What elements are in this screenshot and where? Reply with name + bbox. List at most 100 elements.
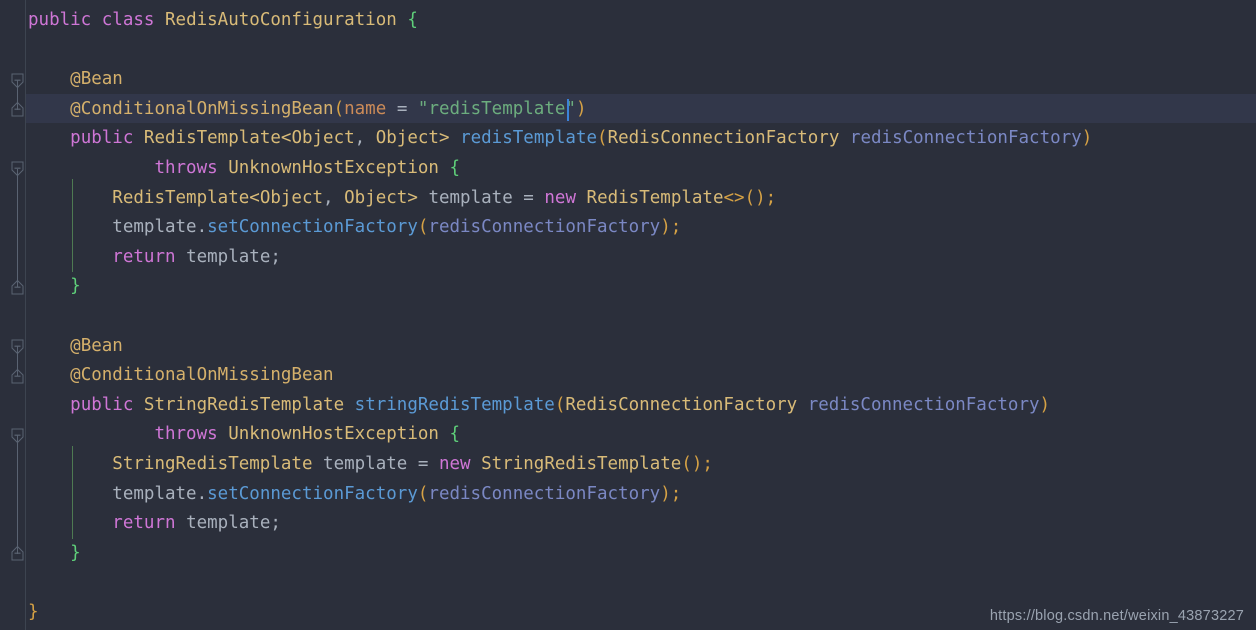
token-brace-hl: {: [449, 424, 461, 445]
token-type: Object: [291, 128, 355, 149]
code-line[interactable]: public class RedisAutoConfiguration {: [26, 6, 1256, 36]
token-punct: [28, 217, 112, 237]
code-line[interactable]: @ConditionalOnMissingBean(name = "redisT…: [26, 95, 1256, 125]
token-kw: return: [112, 513, 176, 534]
indent-guide: [72, 179, 74, 273]
token-type: RedisConnectionFactory: [565, 394, 798, 415]
fold-toggle-icon[interactable]: [8, 159, 27, 178]
code-line-text: return template;: [26, 509, 281, 539]
code-line[interactable]: }: [26, 272, 1256, 302]
fold-toggle-icon[interactable]: [8, 367, 27, 386]
token-kw: public: [28, 10, 92, 30]
token-paren: (: [554, 394, 566, 415]
token-punct: [312, 454, 323, 474]
token-brace-hl: }: [70, 276, 81, 297]
token-punct: ;: [270, 246, 281, 267]
code-line-text: throws UnknownHostException {: [26, 420, 460, 450]
token-ident: template: [428, 187, 513, 208]
token-punct: [428, 454, 439, 474]
code-line[interactable]: [26, 302, 1256, 332]
token-brace-hl: {: [449, 158, 461, 178]
token-diamond: <>: [723, 187, 745, 208]
token-punct: [28, 424, 154, 444]
code-line[interactable]: [26, 36, 1256, 66]
token-punct: [418, 188, 429, 208]
token-punct: [386, 99, 397, 119]
fold-toggle-icon[interactable]: [8, 71, 27, 90]
token-paren: (: [417, 483, 429, 504]
fold-toggle-icon[interactable]: [8, 544, 27, 563]
token-punct: [176, 513, 187, 533]
watermark-url: https://blog.csdn.net/weixin_43873227: [989, 608, 1244, 624]
token-punct: [28, 513, 112, 533]
token-paren: (): [681, 454, 703, 474]
token-paren: (: [333, 98, 345, 119]
code-line[interactable]: public RedisTemplate<Object, Object> red…: [26, 124, 1256, 154]
token-punct: [28, 484, 112, 504]
code-line[interactable]: throws UnknownHostException {: [26, 154, 1256, 184]
code-line[interactable]: return template;: [26, 509, 1256, 539]
token-type: RedisConnectionFactory: [607, 128, 840, 149]
token-anno: @Bean: [70, 335, 123, 356]
gutter-divider: [25, 0, 26, 630]
token-brace-hl: }: [70, 542, 81, 563]
token-op: =: [396, 98, 408, 119]
text-caret: [566, 98, 569, 121]
token-type: <: [249, 187, 260, 208]
token-method: setConnectionFactory: [207, 483, 418, 504]
token-paren: ;: [765, 187, 777, 208]
token-punct: [439, 158, 450, 178]
token-punct: [450, 128, 461, 148]
code-line[interactable]: StringRedisTemplate template = new Strin…: [26, 450, 1256, 480]
fold-toggle-icon[interactable]: [8, 278, 27, 297]
code-line[interactable]: return template;: [26, 243, 1256, 273]
code-line[interactable]: public StringRedisTemplate stringRedisTe…: [26, 391, 1256, 421]
code-line-text: StringRedisTemplate template = new Strin…: [26, 450, 713, 480]
code-editor[interactable]: public class RedisAutoConfiguration { @B…: [0, 0, 1256, 630]
token-punct: [797, 395, 808, 415]
code-line[interactable]: [26, 568, 1256, 598]
token-type: StringRedisTemplate: [143, 394, 345, 415]
fold-toggle-icon[interactable]: [8, 337, 27, 356]
editor-fold-gutter[interactable]: [0, 0, 26, 630]
code-line[interactable]: @ConditionalOnMissingBean: [26, 361, 1256, 391]
code-line[interactable]: }: [26, 539, 1256, 569]
token-paren: (: [417, 217, 429, 238]
token-type: UnknownHostException: [228, 158, 439, 178]
token-punct: [397, 10, 408, 30]
token-anno: @Bean: [70, 69, 123, 90]
code-line[interactable]: template.setConnectionFactory(redisConne…: [26, 480, 1256, 510]
fold-toggle-icon[interactable]: [8, 100, 27, 119]
token-punct: [28, 395, 70, 415]
code-line-text: RedisTemplate<Object, Object> template =…: [26, 184, 776, 214]
token-punct: [218, 158, 229, 178]
fold-rail: [17, 435, 18, 554]
code-line[interactable]: @Bean: [26, 65, 1256, 95]
code-line-text: @ConditionalOnMissingBean(name = "redisT…: [26, 95, 586, 125]
token-paren: ;: [702, 454, 713, 474]
fold-toggle-icon[interactable]: [8, 426, 27, 445]
token-punct: .: [196, 217, 208, 238]
indent-guide: [72, 445, 74, 539]
token-punct: [91, 10, 102, 30]
token-paren: ): [1039, 394, 1051, 415]
code-line-text: throws UnknownHostException {: [26, 154, 460, 184]
token-punct: [28, 365, 70, 385]
code-line[interactable]: @Bean: [26, 332, 1256, 362]
token-type: RedisTemplate: [586, 187, 724, 208]
token-ident: template: [323, 454, 408, 474]
code-line[interactable]: throws UnknownHostException {: [26, 420, 1256, 450]
code-line[interactable]: RedisTemplate<Object, Object> template =…: [26, 184, 1256, 214]
token-method: setConnectionFactory: [207, 217, 418, 238]
token-punct: [28, 188, 112, 208]
token-kw: new: [438, 454, 471, 474]
token-kw: public: [70, 394, 134, 415]
code-surface[interactable]: public class RedisAutoConfiguration { @B…: [26, 0, 1256, 630]
token-punct: ,: [323, 187, 334, 208]
token-ident: template: [186, 513, 271, 534]
token-anno: @ConditionalOnMissingBean: [70, 98, 334, 119]
token-kw: class: [101, 10, 155, 30]
token-kw: return: [112, 246, 176, 267]
code-line[interactable]: template.setConnectionFactory(redisConne…: [26, 213, 1256, 243]
